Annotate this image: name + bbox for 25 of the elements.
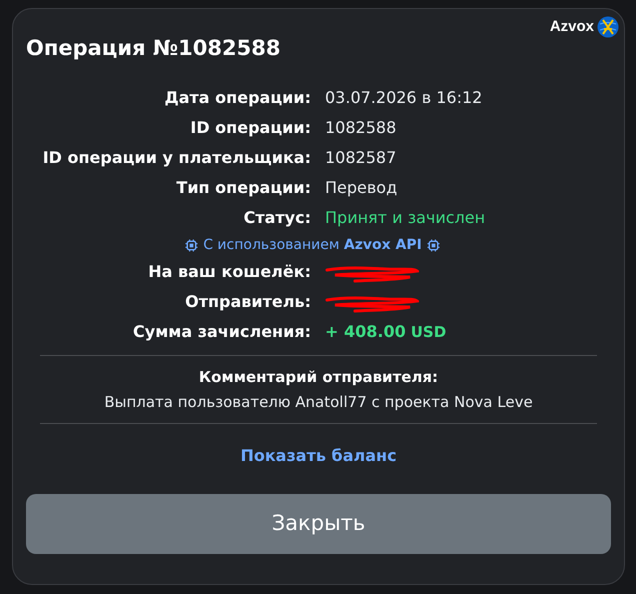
comment-text: Выплата пользователю Anatoll77 с проекта Nova Leve <box>104 392 533 413</box>
detail-label: ID операции у плательщика: <box>42 147 311 169</box>
detail-value: Перевод <box>325 177 398 199</box>
close-button[interactable]: Закрыть <box>26 494 611 554</box>
detail-label: Статус: <box>242 207 311 229</box>
detail-value: 03.07.2026 в 16:12 <box>325 87 482 109</box>
comment-title: Комментарий отправителя: <box>198 367 438 388</box>
detail-label: На ваш кошелёк: <box>147 261 311 283</box>
detail-value: 1082587 <box>325 147 396 169</box>
detail-label: Дата операции: <box>163 87 311 109</box>
detail-label: Отправитель: <box>184 291 311 313</box>
detail-label: Сумма зачисления: <box>132 321 311 343</box>
chip-icon <box>426 238 440 252</box>
detail-label: ID операции: <box>189 117 311 139</box>
chip-icon <box>185 238 198 252</box>
logo-icon <box>597 16 619 38</box>
status-value: Принят и зачислен <box>325 207 486 229</box>
brand-logo-text: Azvox <box>550 17 594 37</box>
currency-label: USD <box>410 322 446 343</box>
amount-value: + 408.00 <box>325 321 406 343</box>
dialog-title: Операция №1082588 <box>26 35 282 62</box>
detail-value: 1082588 <box>325 117 396 139</box>
detail-label: Тип операции: <box>175 177 311 199</box>
show-balance-link[interactable]: Показать баланс <box>240 444 397 468</box>
api-note: С использованием Azvox API <box>203 236 422 255</box>
